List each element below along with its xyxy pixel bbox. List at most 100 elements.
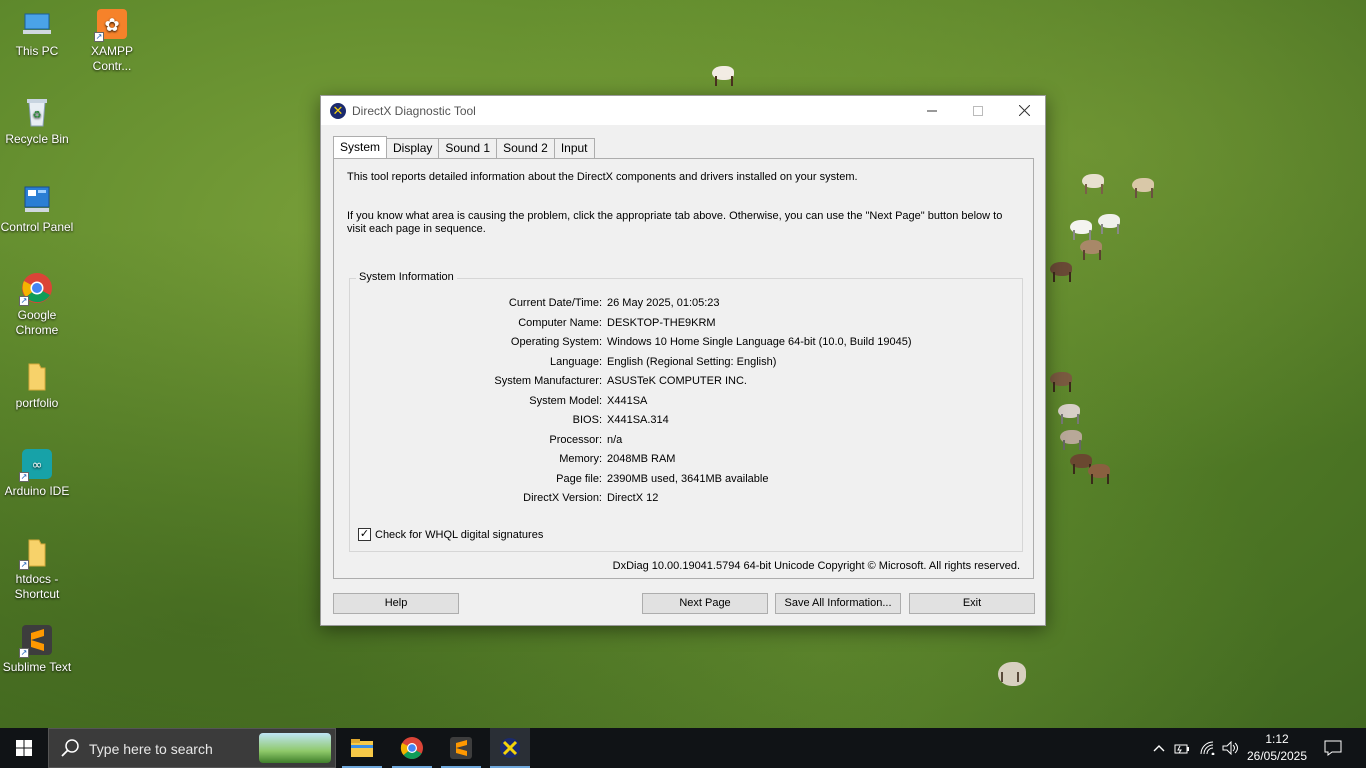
computer-icon: [21, 8, 53, 40]
info-row-computer-name: Computer Name: DESKTOP-THE9KRM: [350, 317, 1024, 333]
info-row-date-time: Current Date/Time: 26 May 2025, 01:05:23: [350, 297, 1024, 313]
info-key: Memory:: [559, 453, 602, 465]
shortcut-arrow-icon: ↗: [19, 296, 29, 306]
directx-icon: [500, 738, 520, 758]
chevron-up-icon: [1153, 745, 1165, 752]
tab-system[interactable]: System: [333, 136, 388, 158]
taskbar-sublime-text[interactable]: [441, 728, 481, 768]
info-value: English (Regional Setting: English): [607, 356, 777, 368]
system-tab-panel: This tool reports detailed information a…: [333, 158, 1034, 579]
desktop-icon-portfolio[interactable]: portfolio: [0, 360, 74, 411]
taskbar-directx-diagnostic[interactable]: [490, 728, 530, 768]
maximize-icon: [973, 105, 983, 116]
shortcut-arrow-icon: ↗: [94, 32, 104, 42]
checkmark-icon[interactable]: ✓: [358, 528, 371, 541]
desktop-icon-sublime-text[interactable]: ↗ Sublime Text: [0, 624, 74, 675]
taskbar-search-box[interactable]: Type here to search: [48, 728, 336, 768]
start-button[interactable]: [0, 728, 48, 768]
desktop-icon-label: htdocs - Shortcut: [14, 572, 60, 601]
tab-sound-2[interactable]: Sound 2: [496, 138, 555, 158]
notification-icon: [1324, 740, 1342, 756]
info-key: DirectX Version:: [523, 492, 602, 504]
volume-button[interactable]: [1221, 728, 1241, 768]
action-center-button[interactable]: [1322, 728, 1344, 768]
info-row-language: Language: English (Regional Setting: Eng…: [350, 356, 1024, 372]
desktop-icon-arduino-ide[interactable]: ∞ ↗ Arduino IDE: [0, 448, 74, 499]
desktop-icon-label: This PC: [15, 44, 59, 58]
close-button[interactable]: [1001, 96, 1047, 125]
info-key: BIOS:: [572, 414, 602, 426]
tab-display[interactable]: Display: [386, 138, 440, 158]
info-value: ASUSTeK COMPUTER INC.: [607, 375, 747, 387]
desktop-icon-htdocs-shortcut[interactable]: ↗ htdocs - Shortcut: [0, 536, 74, 602]
desktop-icon-label: Control Panel: [0, 220, 74, 234]
desktop-icon-label: Arduino IDE: [4, 484, 70, 498]
taskbar-google-chrome[interactable]: [392, 728, 432, 768]
info-key: Processor:: [549, 434, 602, 446]
desktop-icon-label: Google Chrome: [15, 308, 59, 337]
intro-text-1: This tool reports detailed information a…: [347, 171, 858, 183]
info-key: Language:: [550, 356, 602, 368]
search-icon: [61, 739, 79, 757]
info-row-processor: Processor: n/a: [350, 434, 1024, 450]
info-row-memory: Memory: 2048MB RAM: [350, 453, 1024, 469]
folder-icon: [351, 739, 373, 757]
tab-input[interactable]: Input: [553, 138, 595, 158]
info-row-system-manufacturer: System Manufacturer: ASUSTeK COMPUTER IN…: [350, 375, 1024, 391]
exit-button[interactable]: Exit: [909, 593, 1035, 614]
title-bar[interactable]: ✕ DirectX Diagnostic Tool: [321, 96, 1045, 125]
tab-strip: System Display Sound 1 Sound 2 Input: [333, 136, 595, 158]
group-title: System Information: [356, 271, 457, 283]
desktop-icon-label: XAMPP Contr...: [90, 44, 133, 73]
dxdiag-window: ✕ DirectX Diagnostic Tool System Display…: [320, 95, 1046, 626]
info-value: Windows 10 Home Single Language 64-bit (…: [607, 336, 912, 348]
whql-checkbox[interactable]: ✓ Check for WHQL digital signatures: [358, 528, 543, 541]
window-title: DirectX Diagnostic Tool: [352, 103, 476, 118]
desktop-icon-recycle-bin[interactable]: ♻ Recycle Bin: [0, 96, 74, 147]
desktop-icon-control-panel[interactable]: Control Panel: [0, 184, 74, 235]
desktop-icon-google-chrome[interactable]: ↗ Google Chrome: [0, 272, 74, 338]
system-information-group: System Information Current Date/Time: 26…: [349, 271, 1024, 552]
info-row-bios: BIOS: X441SA.314: [350, 414, 1024, 430]
svg-text:∞: ∞: [32, 458, 43, 473]
version-copyright: DxDiag 10.00.19041.5794 64-bit Unicode C…: [612, 560, 1020, 572]
desktop-icon-xampp[interactable]: ✿ ↗ XAMPP Contr...: [75, 8, 149, 74]
network-button[interactable]: [1198, 728, 1218, 768]
info-value: 26 May 2025, 01:05:23: [607, 297, 720, 309]
shortcut-arrow-icon: ↗: [19, 648, 29, 658]
info-value: 2390MB used, 3641MB available: [607, 473, 769, 485]
save-all-information-button[interactable]: Save All Information...: [775, 593, 901, 614]
clock-date: 26/05/2025: [1246, 749, 1308, 763]
tab-sound-1[interactable]: Sound 1: [438, 138, 498, 158]
info-key: Computer Name:: [518, 317, 602, 329]
desktop-icon-this-pc[interactable]: This PC: [0, 8, 74, 59]
info-value: DESKTOP-THE9KRM: [607, 317, 716, 329]
folder-icon: [21, 360, 53, 392]
sublime-text-icon: ↗: [19, 624, 53, 658]
svg-text:✿: ✿: [104, 15, 119, 36]
minimize-button[interactable]: [909, 96, 955, 125]
help-button[interactable]: Help: [333, 593, 459, 614]
info-key: Page file:: [556, 473, 602, 485]
chrome-icon: ↗: [19, 272, 53, 306]
recycle-bin-icon: ♻: [21, 96, 53, 128]
shortcut-arrow-icon: ↗: [19, 472, 29, 482]
folder-icon: ↗: [19, 536, 53, 570]
wifi-icon: [1200, 741, 1215, 755]
arduino-icon: ∞ ↗: [19, 448, 53, 482]
info-value: X441SA.314: [607, 414, 669, 426]
next-page-button[interactable]: Next Page: [642, 593, 768, 614]
directx-icon: ✕: [330, 102, 346, 119]
info-row-directx-version: DirectX Version: DirectX 12: [350, 492, 1024, 508]
windows-logo-icon: [16, 740, 32, 756]
desktop-icon-label: Recycle Bin: [5, 132, 69, 146]
info-key: Current Date/Time:: [508, 297, 602, 309]
info-value: DirectX 12: [607, 492, 659, 504]
maximize-button[interactable]: [955, 96, 1001, 125]
search-highlight-image[interactable]: [259, 733, 331, 763]
taskbar-clock[interactable]: 1:12 26/05/2025: [1244, 731, 1310, 765]
search-placeholder: Type here to search: [89, 741, 213, 757]
show-hidden-icons-button[interactable]: [1150, 728, 1168, 768]
taskbar-file-explorer[interactable]: [342, 728, 382, 768]
battery-button[interactable]: [1172, 728, 1192, 768]
